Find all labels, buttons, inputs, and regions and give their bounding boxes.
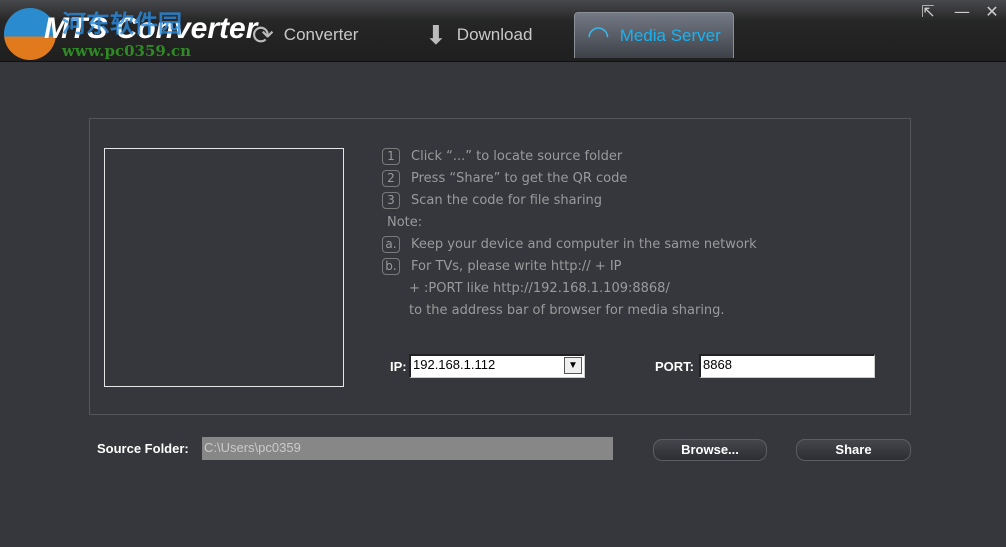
step-3: 3 Scan the code for file sharing [382,191,602,209]
tab-download[interactable]: ⬇ Download [425,12,532,58]
step-2: 2 Press “Share” to get the QR code [382,169,627,187]
qr-code-area [104,148,344,387]
wifi-play-icon: ◠ [587,20,610,50]
watermark-url: www.pc0359.cn [62,42,192,60]
title-bar: MTS Converter 河东软件园 www.pc0359.cn ⟳ Conve… [0,0,1006,62]
browse-button[interactable]: Browse... [653,439,767,461]
ip-select[interactable]: 192.168.1.112 ▼ [409,354,585,378]
refresh-icon: ⟳ [252,19,274,50]
port-input[interactable]: 8868 [699,354,875,378]
step-1: 1 Click “...” to locate source folder [382,147,622,165]
close-icon[interactable]: ✕ [982,2,1002,21]
minimize-icon[interactable]: — [952,2,972,21]
source-folder-input[interactable]: C:\Users\pc0359 [202,437,613,460]
note-b-cont-1: + :PORT like http://192.168.1.109:8868/ [409,280,670,296]
share-button[interactable]: Share [796,439,911,461]
watermark-cn: 河东软件园 [62,9,182,38]
note-a: a. Keep your device and computer in the s… [382,235,757,253]
note-b: b. For TVs, please write http:// + IP [382,257,622,275]
source-folder-label: Source Folder: [97,441,189,456]
download-icon: ⬇ [425,19,447,50]
port-label: PORT: [655,359,694,374]
tab-converter[interactable]: ⟳ Converter [252,12,358,58]
chevron-down-icon[interactable]: ▼ [564,357,582,374]
tab-media-server[interactable]: ◠ Media Server [574,12,734,58]
popout-icon[interactable]: ⇱ [918,2,938,21]
ip-label: IP: [390,359,407,374]
note-label: Note: [387,214,423,230]
note-b-cont-2: to the address bar of browser for media … [409,302,725,318]
